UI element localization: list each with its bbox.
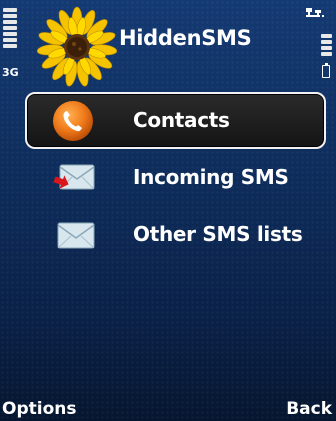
data-connection-icon — [306, 8, 324, 17]
menu-item-label: Contacts — [133, 108, 230, 132]
envelope-incoming-icon — [53, 164, 95, 190]
menu-item-other-sms-lists[interactable]: Other SMS lists — [0, 206, 336, 263]
signal-strength-icon — [3, 8, 17, 50]
sunflower-icon — [36, 6, 118, 87]
network-type-label: 3G — [2, 66, 19, 79]
status-bar: 3G HiddenSMS — [0, 0, 336, 87]
envelope-icon — [57, 222, 95, 249]
menu-item-label: Incoming SMS — [133, 165, 289, 189]
main-menu: Contacts Incoming SMS Other SMS lists — [0, 92, 336, 263]
battery-level-bars — [321, 34, 332, 58]
battery-icon — [322, 63, 330, 78]
back-softkey[interactable]: Back — [286, 399, 332, 419]
menu-item-label: Other SMS lists — [133, 222, 303, 246]
menu-item-contacts[interactable]: Contacts — [25, 92, 326, 149]
menu-item-incoming-sms[interactable]: Incoming SMS — [0, 149, 336, 206]
options-softkey[interactable]: Options — [2, 399, 76, 419]
app-title: HiddenSMS — [119, 26, 252, 50]
phone-handset-icon — [53, 101, 93, 141]
